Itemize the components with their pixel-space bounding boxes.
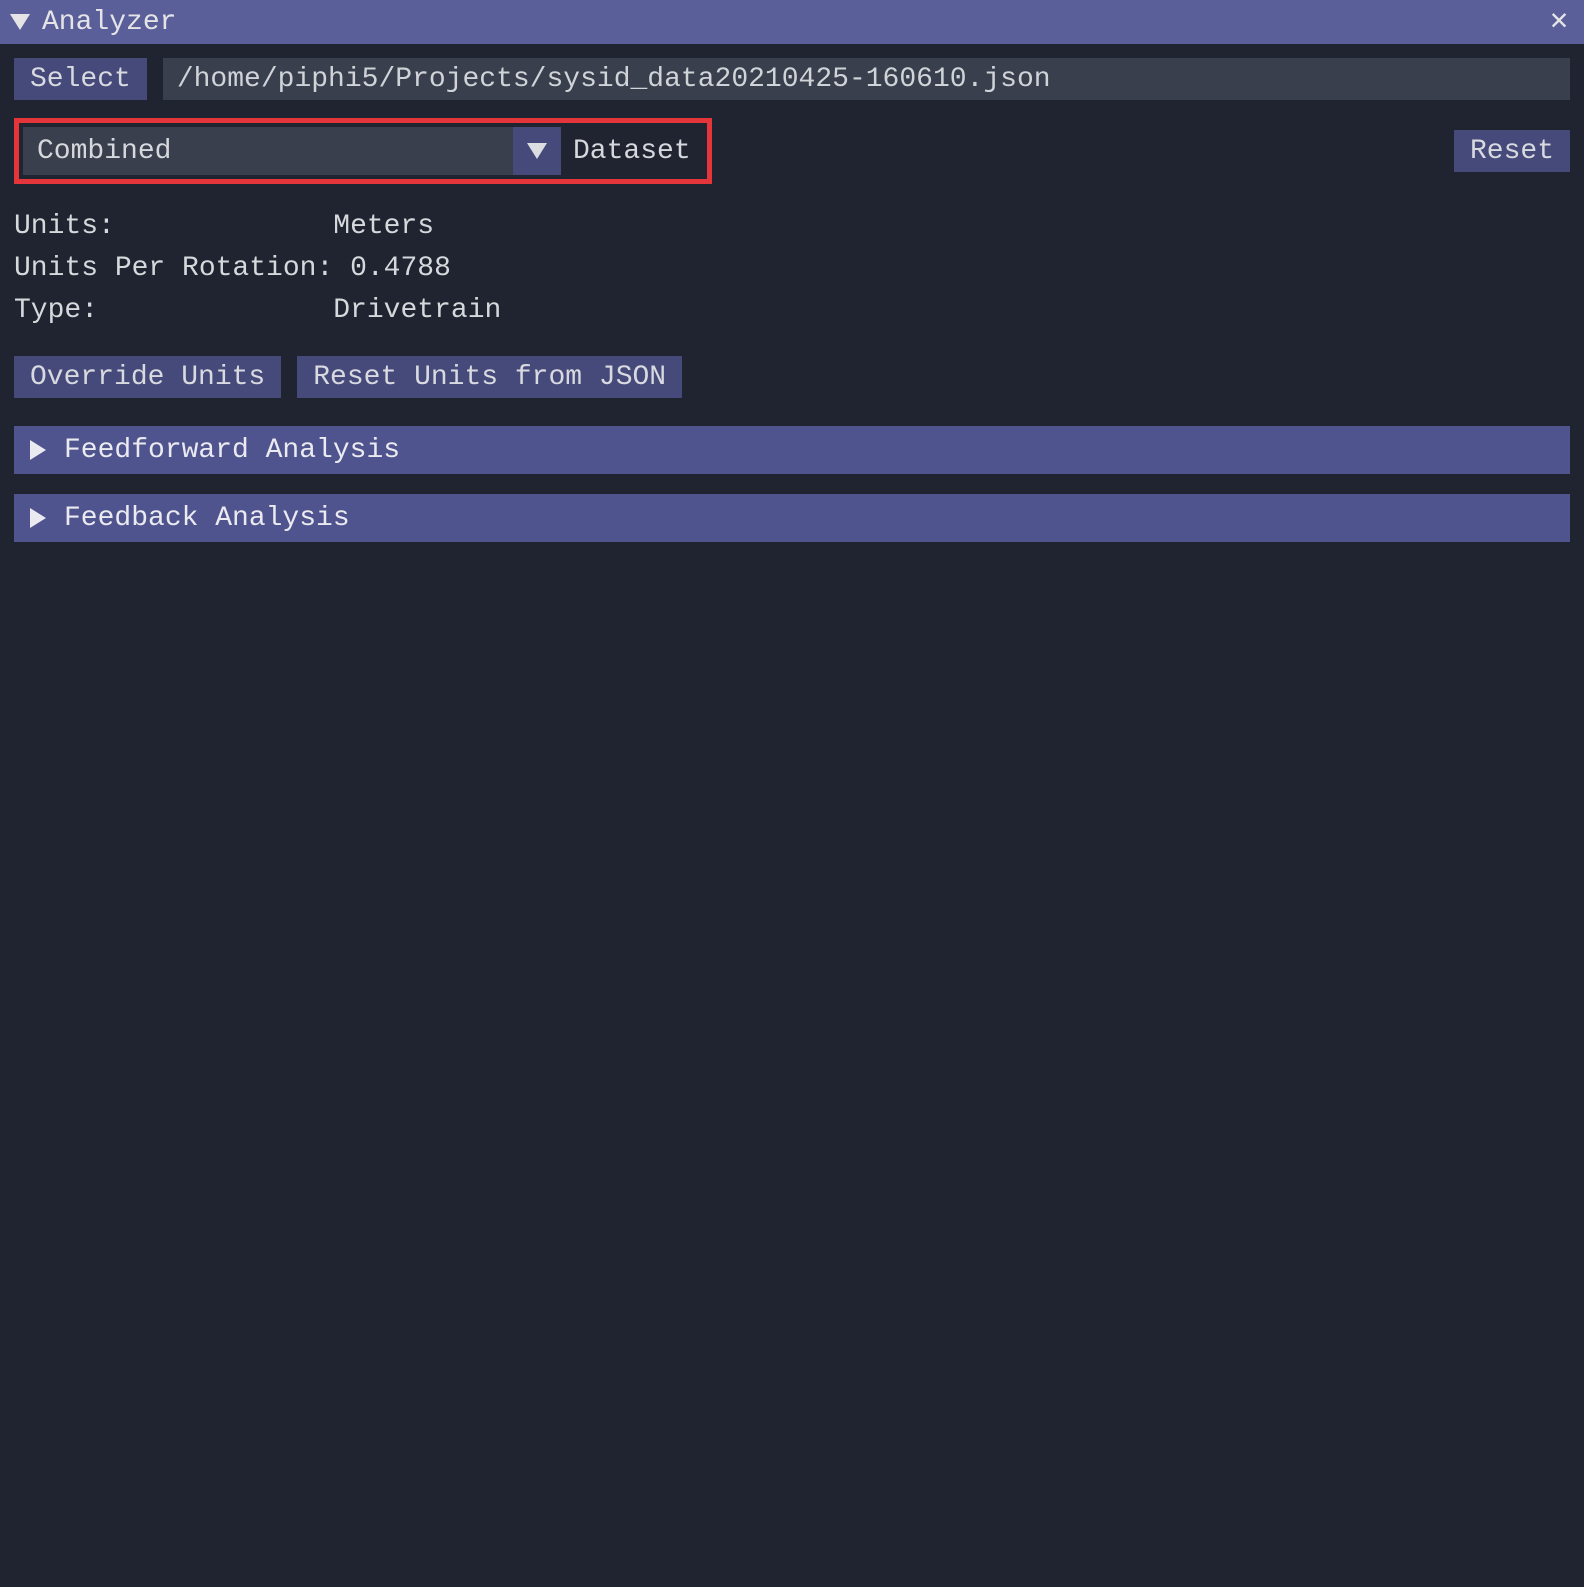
upr-value: 0.4788 <box>350 248 451 290</box>
info-type: Type: Drivetrain <box>14 290 1570 332</box>
upr-label: Units Per Rotation: <box>14 248 350 290</box>
content-area: Select /home/piphi5/Projects/sysid_data2… <box>0 44 1584 1587</box>
dataset-label: Dataset <box>561 127 703 175</box>
dataset-highlight: Combined Dataset <box>14 118 712 184</box>
window-title: Analyzer <box>42 7 176 38</box>
units-value: Meters <box>333 206 434 248</box>
feedback-label: Feedback Analysis <box>64 503 350 534</box>
chevron-right-icon <box>30 508 46 528</box>
type-label: Type: <box>14 290 333 332</box>
feedforward-section-header[interactable]: Feedforward Analysis <box>14 426 1570 474</box>
file-path-field[interactable]: /home/piphi5/Projects/sysid_data20210425… <box>163 58 1570 100</box>
dropdown-arrow-icon[interactable] <box>513 127 561 175</box>
override-units-button[interactable]: Override Units <box>14 356 281 398</box>
analyzer-window: Analyzer ✕ Select /home/piphi5/Projects/… <box>0 0 1584 1587</box>
feedback-section-header[interactable]: Feedback Analysis <box>14 494 1570 542</box>
file-row: Select /home/piphi5/Projects/sysid_data2… <box>14 58 1570 100</box>
info-upr: Units Per Rotation: 0.4788 <box>14 248 1570 290</box>
reset-button[interactable]: Reset <box>1454 130 1570 172</box>
titlebar[interactable]: Analyzer ✕ <box>0 0 1584 44</box>
collapse-down-icon[interactable] <box>10 14 30 30</box>
units-button-row: Override Units Reset Units from JSON <box>14 356 1570 398</box>
dataset-combo[interactable]: Combined <box>23 127 561 175</box>
dataset-combo-value[interactable]: Combined <box>23 127 513 175</box>
select-button[interactable]: Select <box>14 58 147 100</box>
titlebar-left: Analyzer <box>10 7 176 38</box>
type-value: Drivetrain <box>333 290 501 332</box>
chevron-right-icon <box>30 440 46 460</box>
dataset-row: Combined Dataset Reset <box>14 118 1570 184</box>
reset-units-button[interactable]: Reset Units from JSON <box>297 356 682 398</box>
info-block: Units: Meters Units Per Rotation: 0.4788… <box>14 206 1570 332</box>
info-units: Units: Meters <box>14 206 1570 248</box>
feedforward-label: Feedforward Analysis <box>64 435 400 466</box>
units-label: Units: <box>14 206 333 248</box>
close-icon[interactable]: ✕ <box>1544 7 1574 37</box>
